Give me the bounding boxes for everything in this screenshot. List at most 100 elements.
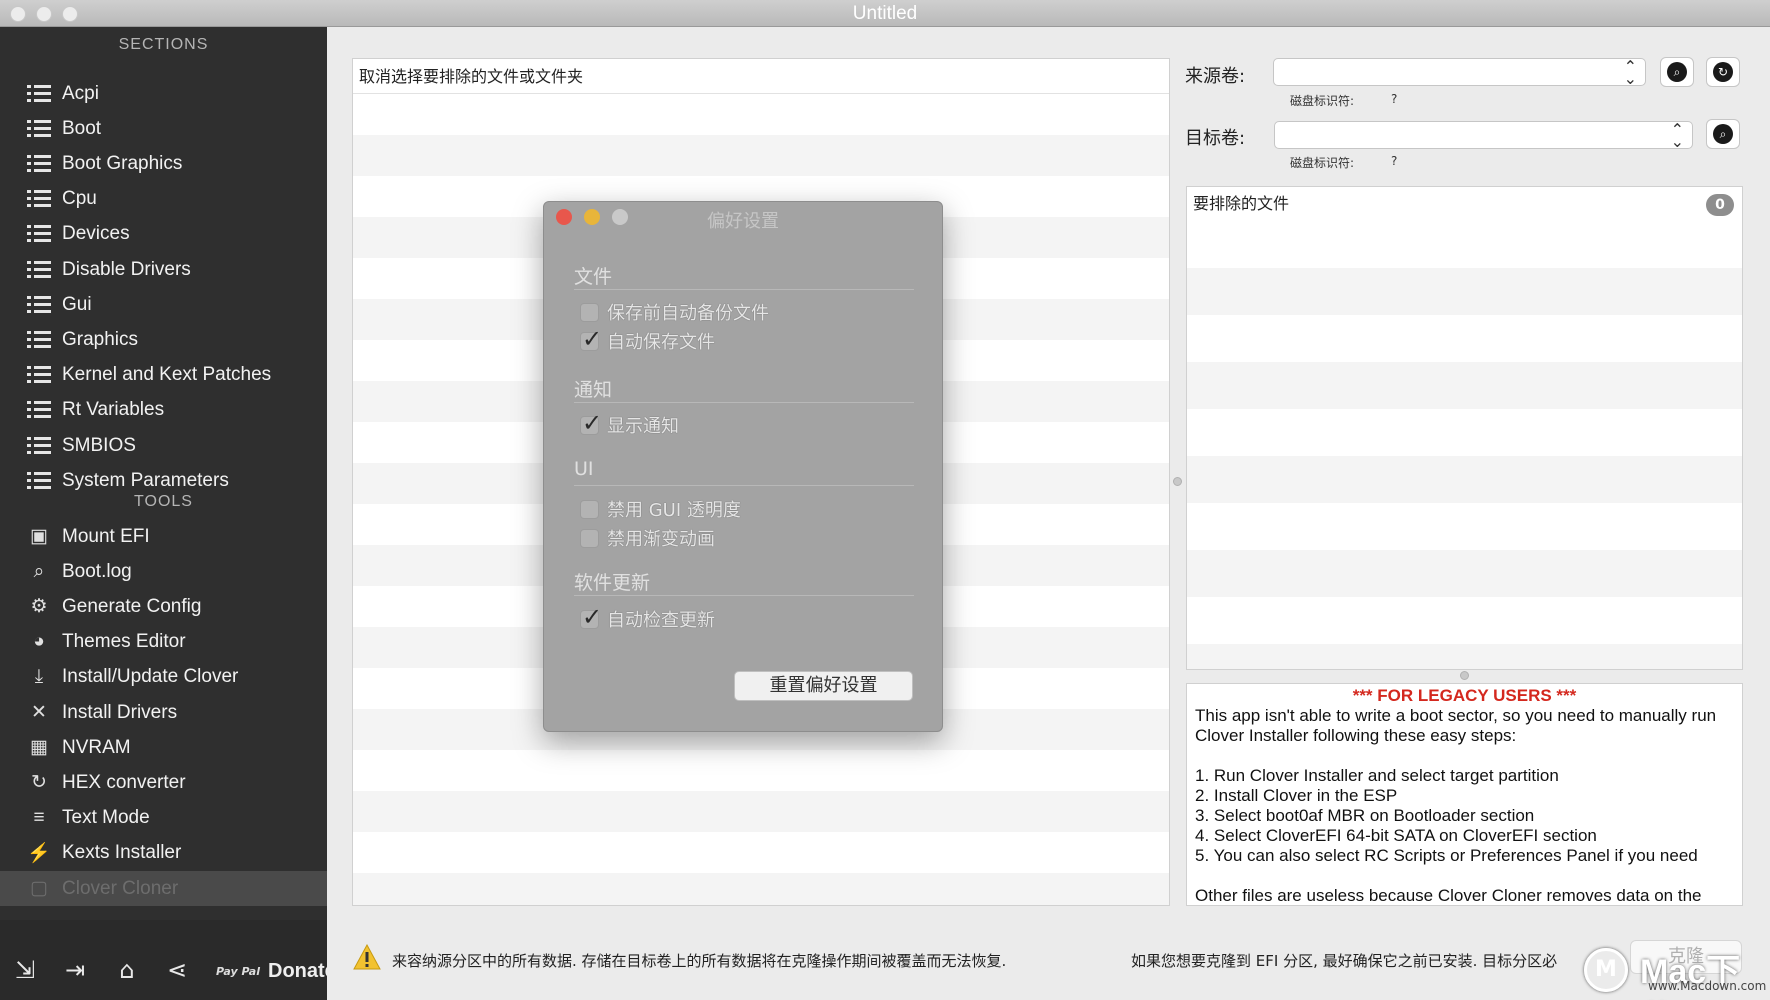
sidebar-item-clover-cloner[interactable]: ▢ Clover Cloner (0, 871, 327, 906)
refresh-button[interactable]: ↻ (1706, 57, 1740, 87)
sidebar-item-rt-variables[interactable]: Rt Variables (0, 393, 327, 428)
sidebar-item-label: Boot Graphics (62, 152, 183, 174)
share-icon[interactable]: ⋖ (162, 955, 192, 985)
copy-icon: ▢ (30, 878, 48, 899)
sidebar-item-label: Rt Variables (62, 399, 165, 421)
sidebar-item-smbios[interactable]: SMBIOS (0, 428, 327, 463)
chip-icon: ▦ (30, 737, 48, 759)
popup-chevron-icon: ⌃ ⌄ (1670, 120, 1684, 151)
sidebar-item-text-mode[interactable]: ≡ Text Mode (0, 801, 327, 836)
sidebar-item-install-drivers[interactable]: ✕ Install Drivers (0, 695, 327, 730)
sidebar-item-label: Graphics (62, 328, 139, 350)
sidebar-item-label: Text Mode (62, 807, 150, 829)
target-volume-popup[interactable]: ⌃ ⌄ (1274, 120, 1693, 151)
warning-icon (353, 944, 381, 970)
checkbox[interactable] (580, 409, 602, 437)
sidebar-item-boot-log[interactable]: ⌕ Boot.log (0, 554, 327, 589)
sidebar-item-label: Clover Cloner (62, 877, 179, 899)
import-icon[interactable]: ⇲ (10, 955, 40, 985)
sidebar-item-cpu[interactable]: Cpu (0, 182, 327, 217)
sidebar-item-graphics[interactable]: Graphics (0, 322, 327, 357)
checkbox[interactable] (580, 603, 602, 631)
source-volume-popup[interactable]: ⌃ ⌄ (1273, 58, 1646, 87)
source-search-button[interactable]: ⌕ (1660, 57, 1694, 87)
sidebar-item-acpi[interactable]: Acpi (0, 76, 327, 111)
sidebar-item-label: Kexts Installer (62, 842, 182, 864)
sidebar-item-label: Install/Update Clover (62, 666, 239, 688)
option-disable-gui-transparency[interactable]: 禁用 GUI 透明度 (580, 496, 741, 522)
sidebar-item-label: Cpu (62, 188, 97, 210)
divider (574, 595, 914, 596)
target-volume-label: 目标卷: (1185, 128, 1246, 149)
option-disable-gradient-animation[interactable]: 禁用渐变动画 (580, 525, 715, 551)
divider (574, 289, 914, 290)
sidebar-item-label: Acpi (62, 82, 99, 104)
sidebar-item-generate-config[interactable]: ⚙ Generate Config (0, 589, 327, 624)
sidebar-item-gui[interactable]: Gui (0, 287, 327, 322)
legacy-users-info: *** FOR LEGACY USERS *** This app isn't … (1186, 683, 1743, 906)
sidebar-item-label: Boot (62, 117, 102, 139)
section-title-files: 文件 (574, 266, 613, 288)
target-search-button[interactable]: ⌕ (1706, 119, 1740, 149)
sidebar-item-label: Boot.log (62, 560, 132, 582)
sidebar-item-boot[interactable]: Boot (0, 111, 327, 146)
sidebar-item-devices[interactable]: Devices (0, 217, 327, 252)
list-icon (26, 399, 52, 421)
sidebar-item-boot-graphics[interactable]: Boot Graphics (0, 146, 327, 181)
checkbox[interactable] (580, 302, 599, 322)
tree-row (353, 873, 1169, 905)
legacy-step: 3. Select boot0af MBR on Bootloader sect… (1195, 806, 1535, 825)
text-lines-icon: ≡ (33, 807, 45, 829)
sidebar-item-hex-converter[interactable]: ↻ HEX converter (0, 765, 327, 800)
option-auto-save[interactable]: 自动保存文件 (580, 325, 715, 354)
checkbox[interactable] (580, 528, 599, 548)
disk-icon: ▣ (30, 526, 48, 547)
list-icon (26, 223, 52, 245)
option-label: 显示通知 (607, 416, 679, 437)
option-backup-before-save[interactable]: 保存前自动备份文件 (580, 299, 769, 325)
checkbox[interactable] (580, 499, 599, 519)
export-icon[interactable]: ⇥ (60, 955, 90, 985)
sidebar-item-nvram[interactable]: ▦ NVRAM (0, 730, 327, 765)
home-icon[interactable]: ⌂ (112, 955, 142, 985)
sidebar-item-disable-drivers[interactable]: Disable Drivers (0, 252, 327, 287)
excluded-files-list[interactable]: 要排除的文件 0 (1186, 186, 1743, 670)
list-row (1187, 362, 1742, 409)
list-row (1187, 550, 1742, 597)
refresh-icon: ↻ (1713, 62, 1733, 82)
split-handle-vertical[interactable] (1173, 477, 1182, 486)
sidebar-item-install-update-clover[interactable]: ⤓ Install/Update Clover (0, 660, 327, 695)
reset-preferences-button[interactable]: 重置偏好设置 (734, 671, 913, 701)
donate-button[interactable]: Pay Pal Donate (216, 960, 336, 983)
sidebar-item-label: HEX converter (62, 771, 186, 793)
sidebar-item-mount-efi[interactable]: ▣ Mount EFI (0, 519, 327, 554)
download-icon: ⤓ (34, 666, 44, 688)
checkbox[interactable] (580, 325, 602, 353)
list-icon (26, 259, 52, 281)
donate-label: Donate (268, 960, 336, 982)
target-disk-id-value: ? (1391, 154, 1398, 168)
paypal-icon: Pay Pal (216, 964, 260, 978)
list-icon (26, 294, 52, 316)
list-row (1187, 268, 1742, 315)
sidebar-item-kernel-and-kext-patches[interactable]: Kernel and Kext Patches (0, 358, 327, 393)
tree-row (353, 135, 1169, 176)
tree-row (353, 791, 1169, 832)
list-row (1187, 644, 1742, 669)
option-show-notifications[interactable]: 显示通知 (580, 409, 679, 438)
sidebar-item-kexts-installer[interactable]: ⚡ Kexts Installer (0, 836, 327, 871)
sidebar-item-label: Themes Editor (62, 631, 186, 653)
option-auto-check-updates[interactable]: 自动检查更新 (580, 603, 715, 632)
sidebar-item-themes-editor[interactable]: ◕ Themes Editor (0, 625, 327, 660)
sidebar-item-label: Install Drivers (62, 701, 178, 723)
sidebar-item-label: Mount EFI (62, 525, 150, 547)
split-handle-horizontal[interactable] (1460, 671, 1469, 680)
legacy-step: 2. Install Clover in the ESP (1195, 786, 1398, 805)
section-title-software-update: 软件更新 (574, 572, 651, 594)
section-title-notifications: 通知 (574, 379, 613, 401)
sections-header: SECTIONS (118, 36, 209, 53)
list-icon (26, 153, 52, 175)
excluded-count-badge: 0 (1706, 194, 1734, 216)
log-search-icon: ⌕ (33, 560, 45, 582)
legacy-title: *** FOR LEGACY USERS *** (1352, 686, 1577, 705)
